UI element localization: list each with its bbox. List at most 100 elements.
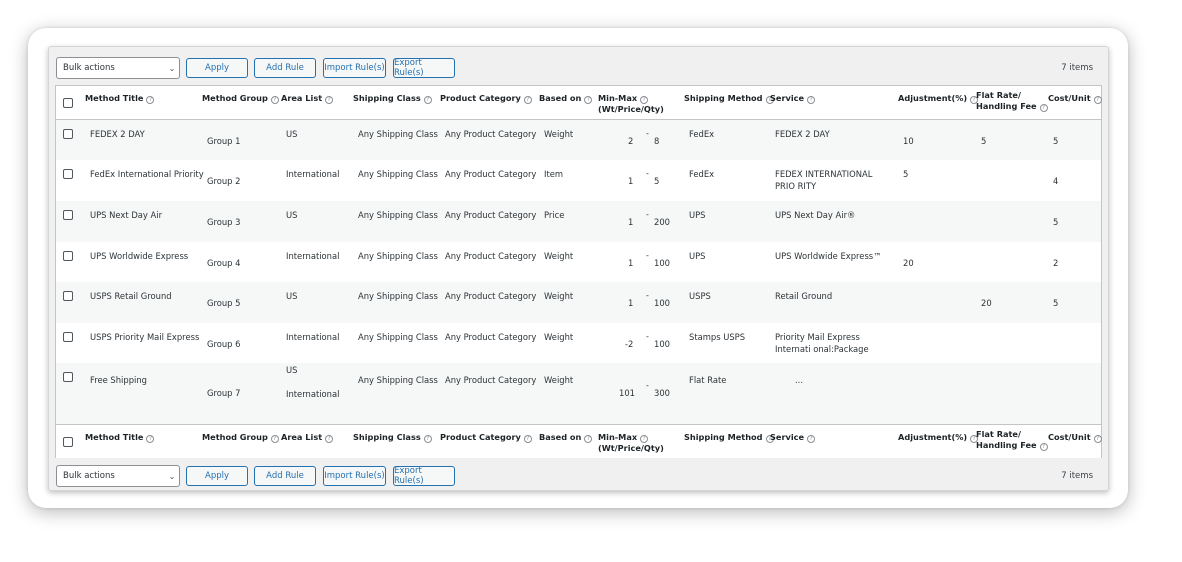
apply-button-bottom[interactable]: Apply [186, 466, 248, 486]
shipping-method: FedEx [689, 169, 715, 179]
row-checkbox[interactable] [63, 210, 73, 220]
range-dash: - [646, 251, 649, 260]
help-icon[interactable]: ? [325, 435, 334, 443]
table-row[interactable]: FedEx International Priority Group 2 Inter… [56, 160, 1101, 201]
adjustment: 20 [903, 258, 914, 268]
max-value: 100 [654, 298, 670, 308]
col-service[interactable]: Service? [770, 432, 816, 443]
help-icon[interactable]: ? [1039, 104, 1048, 112]
help-icon[interactable]: ? [325, 96, 334, 104]
product-category: Any Product Category [445, 332, 537, 342]
method-title[interactable]: Free Shipping [90, 374, 147, 386]
method-title[interactable]: FEDEX 2 DAY [90, 128, 145, 140]
import-rules-button-bottom[interactable]: Import Rule(s) [323, 466, 386, 486]
help-icon[interactable]: ? [270, 96, 279, 104]
col-based-on[interactable]: Based on? [539, 93, 593, 104]
col-area-list[interactable]: Area List? [281, 93, 334, 104]
help-icon[interactable]: ? [640, 96, 649, 104]
help-icon[interactable]: ? [1093, 96, 1102, 104]
col-flat-rate[interactable]: Flat Rate/Handling Fee? [976, 90, 1048, 112]
export-rules-button[interactable]: Export Rule(s) [393, 58, 455, 78]
help-icon[interactable]: ? [270, 435, 279, 443]
table-row[interactable]: USPS Priority Mail Express Group 6 Interna… [56, 323, 1101, 363]
bottom-toolbar: Bulk actions ⌄ Apply Add Rule Import Rul… [56, 465, 1101, 487]
method-title[interactable]: FedEx International Priority [90, 168, 204, 180]
bulk-actions-select-bottom[interactable]: Bulk actions ⌄ [56, 465, 180, 487]
range-dash: - [646, 291, 649, 300]
row-checkbox[interactable] [63, 169, 73, 179]
help-icon[interactable]: ? [584, 435, 593, 443]
col-method-group[interactable]: Method Group? [202, 432, 279, 443]
col-product-category[interactable]: Product Category? [440, 432, 532, 443]
select-all-checkbox-bottom[interactable] [63, 437, 73, 447]
help-icon[interactable]: ? [640, 435, 649, 443]
col-shipping-class[interactable]: Shipping Class? [353, 93, 432, 104]
export-rules-button-bottom[interactable]: Export Rule(s) [393, 466, 455, 486]
col-min-max[interactable]: Min-Max? (Wt/Price/Qty) [598, 432, 664, 454]
service: FEDEX 2 DAY [775, 129, 830, 139]
method-title[interactable]: UPS Worldwide Express [90, 250, 188, 262]
col-flat-rate[interactable]: Flat Rate/Handling Fee? [976, 429, 1048, 451]
table-row[interactable]: USPS Retail Ground Group 5 US Any Shipping … [56, 282, 1101, 323]
shipping-class: Any Shipping Class [358, 129, 438, 139]
help-icon[interactable]: ? [1039, 443, 1048, 451]
col-cost-unit[interactable]: Cost/Unit? [1048, 93, 1102, 104]
col-shipping-method[interactable]: Shipping Method? [684, 93, 774, 104]
row-checkbox[interactable] [63, 332, 73, 342]
method-title[interactable]: USPS Retail Ground [90, 290, 172, 302]
method-title[interactable]: USPS Priority Mail Express [90, 331, 199, 343]
max-value: 5 [654, 176, 660, 186]
col-service[interactable]: Service? [770, 93, 816, 104]
shipping-class: Any Shipping Class [358, 332, 438, 342]
product-category: Any Product Category [445, 375, 537, 385]
row-checkbox[interactable] [63, 251, 73, 261]
help-icon[interactable]: ? [146, 435, 155, 443]
col-min-max[interactable]: Min-Max? (Wt/Price/Qty) [598, 93, 664, 115]
chevron-down-icon: ⌄ [168, 471, 176, 481]
table-row[interactable]: FEDEX 2 DAY Group 1 US Any Shipping Class An… [56, 120, 1101, 160]
method-group: Group 5 [207, 298, 241, 308]
col-method-group[interactable]: Method Group? [202, 93, 279, 104]
table-header-bottom: Method Title? Method Group? Area List? S… [56, 424, 1102, 458]
bulk-actions-select[interactable]: Bulk actions ⌄ [56, 57, 180, 79]
help-icon[interactable]: ? [1093, 435, 1102, 443]
method-title[interactable]: UPS Next Day Air [90, 209, 162, 221]
shipping-class: Any Shipping Class [358, 251, 438, 261]
min-value: 2 [628, 136, 634, 146]
import-rules-button[interactable]: Import Rule(s) [323, 58, 386, 78]
shipping-rules-panel: Bulk actions ⌄ Apply Add Rule Import Rul… [48, 46, 1109, 491]
add-rule-button-bottom[interactable]: Add Rule [254, 466, 316, 486]
row-checkbox[interactable] [63, 372, 73, 382]
col-based-on[interactable]: Based on? [539, 432, 593, 443]
table-row[interactable]: Free Shipping Group 7 US International Any S… [56, 363, 1101, 424]
max-value: 100 [654, 258, 670, 268]
help-icon[interactable]: ? [423, 435, 432, 443]
row-checkbox[interactable] [63, 129, 73, 139]
help-icon[interactable]: ? [423, 96, 432, 104]
row-checkbox[interactable] [63, 291, 73, 301]
col-method-title[interactable]: Method Title? [85, 93, 155, 104]
col-shipping-class[interactable]: Shipping Class? [353, 432, 432, 443]
col-adjustment[interactable]: Adjustment(%)? [898, 93, 979, 104]
min-value: 1 [628, 217, 634, 227]
col-area-list[interactable]: Area List? [281, 432, 334, 443]
apply-button[interactable]: Apply [186, 58, 248, 78]
cost-unit: 4 [1053, 176, 1059, 186]
add-rule-button[interactable]: Add Rule [254, 58, 316, 78]
help-icon[interactable]: ? [146, 96, 155, 104]
col-shipping-method[interactable]: Shipping Method? [684, 432, 774, 443]
col-cost-unit[interactable]: Cost/Unit? [1048, 432, 1102, 443]
col-method-title[interactable]: Method Title? [85, 432, 155, 443]
col-adjustment[interactable]: Adjustment(%)? [898, 432, 979, 443]
items-count: 7 items [1061, 63, 1093, 73]
help-icon[interactable]: ? [523, 96, 532, 104]
table-row[interactable]: UPS Next Day Air Group 3 US Any Shipping Cl… [56, 201, 1101, 242]
help-icon[interactable]: ? [807, 96, 816, 104]
help-icon[interactable]: ? [807, 435, 816, 443]
select-all-checkbox[interactable] [63, 98, 73, 108]
help-icon[interactable]: ? [523, 435, 532, 443]
col-product-category[interactable]: Product Category? [440, 93, 532, 104]
help-icon[interactable]: ? [584, 96, 593, 104]
method-group: Group 7 [207, 388, 241, 398]
table-row[interactable]: UPS Worldwide Express Group 4 Internationa… [56, 242, 1101, 282]
